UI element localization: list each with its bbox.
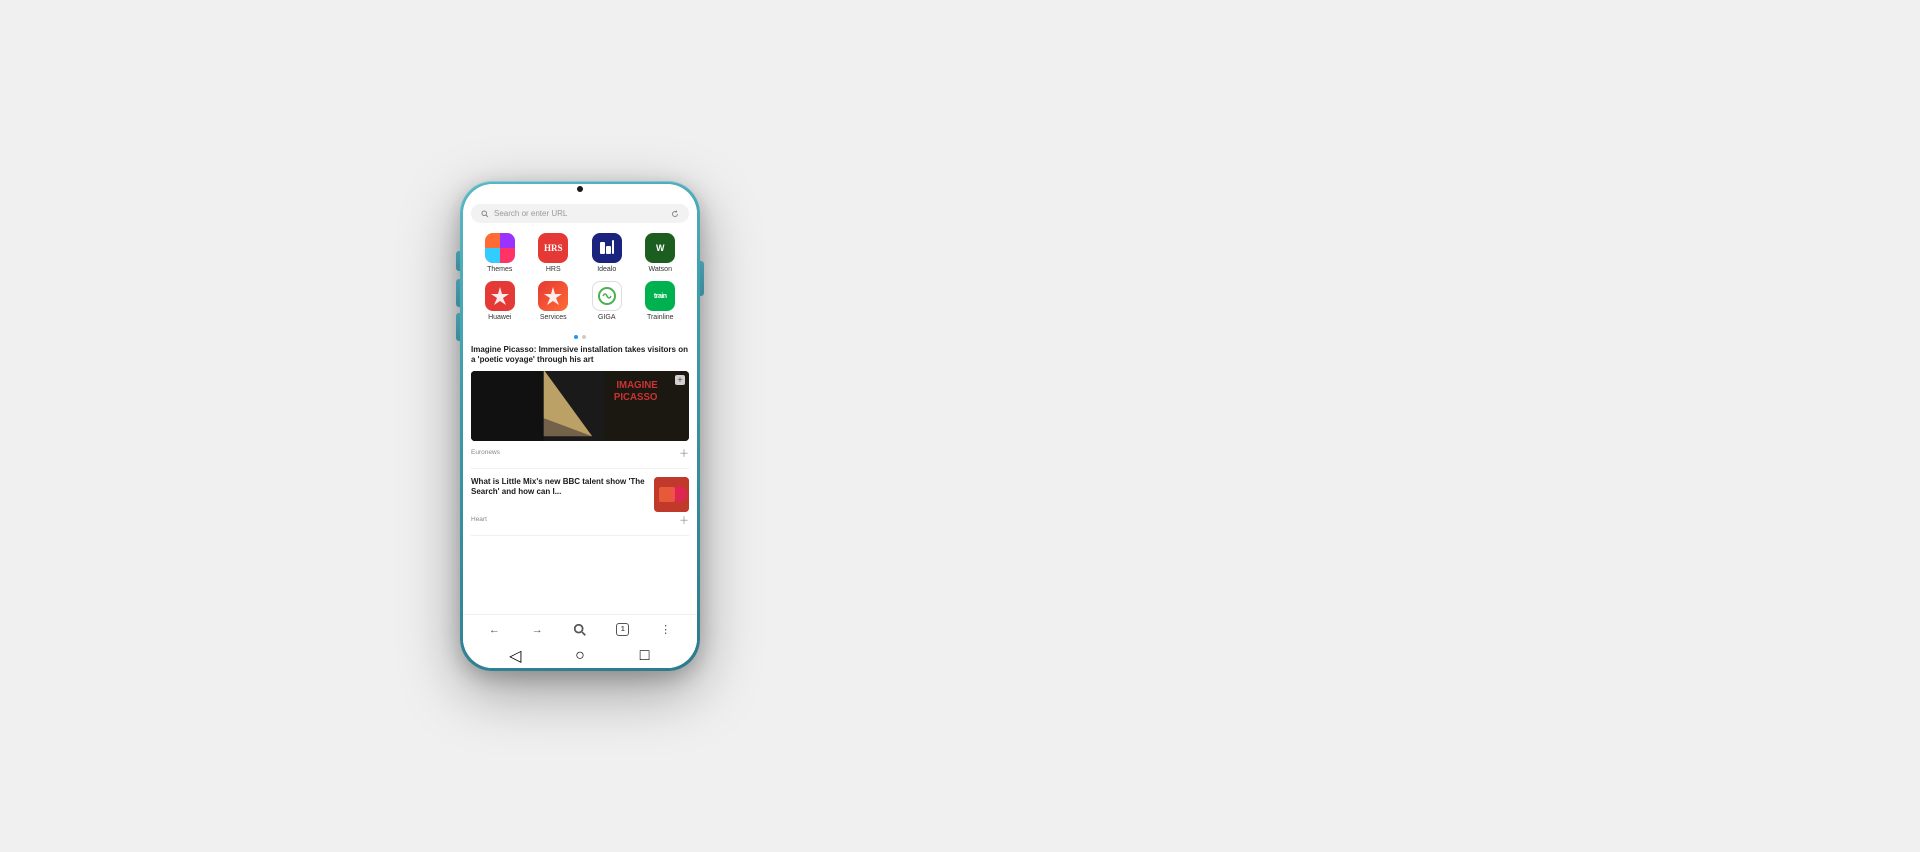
watson-label: Watson [649, 266, 672, 273]
app-huawei[interactable]: Huawei [480, 281, 520, 321]
search-icon [481, 210, 489, 218]
news-thumb-2 [654, 477, 689, 512]
phone-mockup: Search or enter URL [460, 181, 700, 671]
app-services[interactable]: Services [533, 281, 573, 321]
app-giga[interactable]: GIGA [587, 281, 627, 321]
svg-text:IMAGINE: IMAGINE [616, 380, 658, 391]
idealo-icon [592, 233, 622, 263]
news-title-1: Imagine Picasso: Immersive installation … [471, 345, 689, 366]
app-themes[interactable]: Themes [480, 233, 520, 273]
themes-label: Themes [487, 266, 512, 273]
search-bar[interactable]: Search or enter URL [471, 204, 689, 223]
trainline-icon-text: train [654, 293, 667, 300]
giga-icon [592, 281, 622, 311]
news-item-1[interactable]: Imagine Picasso: Immersive installation … [471, 345, 689, 469]
android-home[interactable]: ○ [572, 648, 588, 664]
giga-label: GIGA [598, 314, 616, 321]
pagination-dots [463, 335, 697, 339]
camera-notch [573, 184, 587, 192]
news-source-2: Heart [471, 516, 487, 523]
refresh-icon[interactable] [671, 210, 679, 218]
news-source-1: Euronews [471, 449, 500, 456]
app-idealo[interactable]: Idealo [587, 233, 627, 273]
app-row-1: Themes HRS HRS [473, 233, 687, 273]
volume-up-button [456, 279, 460, 307]
news-add-1[interactable]: ＋ [679, 445, 689, 460]
hrs-label: HRS [546, 266, 561, 273]
dot-2 [582, 335, 586, 339]
services-icon [538, 281, 568, 311]
back-button[interactable]: ← [482, 618, 506, 642]
browser-content: Search or enter URL [463, 198, 697, 668]
news-source-row-2: Heart ＋ [471, 512, 689, 527]
news-add-2[interactable]: ＋ [679, 512, 689, 527]
bookmark-icon[interactable]: ＋ [675, 375, 685, 385]
app-hrs[interactable]: HRS HRS [533, 233, 573, 273]
tabs-button[interactable]: 1 [611, 618, 635, 642]
watson-icon-text: W [656, 243, 665, 253]
phone-frame: Search or enter URL [460, 181, 700, 671]
themes-icon [485, 233, 515, 263]
search-input[interactable]: Search or enter URL [494, 209, 666, 218]
android-nav: ◁ ○ □ [463, 644, 697, 668]
trainline-label: Trainline [647, 314, 674, 321]
hrs-icon-text: HRS [544, 243, 563, 253]
trainline-icon: train [645, 281, 675, 311]
volume-down-button [456, 313, 460, 341]
watson-icon: W [645, 233, 675, 263]
huawei-icon [485, 281, 515, 311]
menu-button[interactable]: ⋮ [654, 618, 678, 642]
power-button [700, 261, 704, 296]
news-section: Imagine Picasso: Immersive installation … [463, 345, 697, 614]
huawei-label: Huawei [488, 314, 511, 321]
forward-button[interactable]: → [525, 618, 549, 642]
app-trainline[interactable]: train Trainline [640, 281, 680, 321]
services-label: Services [540, 314, 567, 321]
app-row-2: Huawei Services [473, 281, 687, 321]
idealo-label: Idealo [597, 266, 616, 273]
news-inline-2: What is Little Mix's new BBC talent show… [471, 477, 689, 512]
news-source-row-1: Euronews ＋ [471, 445, 689, 460]
phone-screen: Search or enter URL [463, 184, 697, 668]
tabs-count-badge: 1 [616, 623, 629, 636]
news-title-2: What is Little Mix's new BBC talent show… [471, 477, 648, 498]
android-back[interactable]: ◁ [507, 648, 523, 664]
bottom-nav: ← → 1 ⋮ [463, 614, 697, 644]
dot-1 [574, 335, 578, 339]
picasso-artwork: IMAGINE PICASSO [471, 371, 689, 441]
app-grid: Themes HRS HRS [463, 229, 697, 333]
hrs-icon: HRS [538, 233, 568, 263]
search-button[interactable] [568, 618, 592, 642]
svg-text:PICASSO: PICASSO [614, 392, 658, 403]
news-item-2[interactable]: What is Little Mix's new BBC talent show… [471, 477, 689, 536]
news-image-1: IMAGINE PICASSO ＋ [471, 371, 689, 441]
android-recents[interactable]: □ [637, 648, 653, 664]
mute-button [456, 251, 460, 271]
app-watson[interactable]: W Watson [640, 233, 680, 273]
